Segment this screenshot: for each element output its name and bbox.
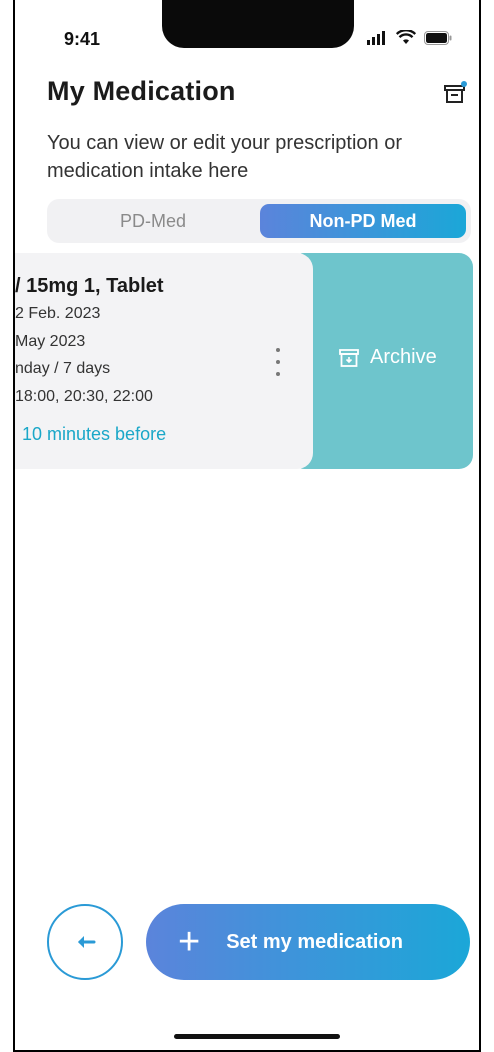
device-frame-right <box>479 0 481 1052</box>
device-notch <box>162 0 354 48</box>
home-indicator[interactable] <box>174 1034 340 1039</box>
page-title: My Medication <box>47 76 236 106</box>
set-medication-label: Set my medication <box>226 930 403 953</box>
status-icons <box>366 30 452 45</box>
wifi-icon <box>396 30 416 44</box>
page-description: You can view or edit your prescription o… <box>47 132 402 182</box>
status-time: 9:41 <box>64 29 101 49</box>
set-medication-button[interactable]: + Set my medication <box>146 904 470 980</box>
medication-reminder: 10 minutes before <box>22 424 167 444</box>
more-vertical-icon <box>276 348 280 352</box>
battery-icon <box>424 30 452 45</box>
archive-icon <box>339 348 359 367</box>
archive-list-button[interactable] <box>442 80 468 106</box>
tab-pd-med[interactable]: PD-Med <box>47 199 259 243</box>
medication-type-tabs: PD-Med Non-PD Med <box>47 199 471 243</box>
more-options-button[interactable] <box>270 348 286 376</box>
more-dot <box>276 372 280 376</box>
signal-icon <box>367 30 385 45</box>
back-button[interactable] <box>47 904 123 980</box>
medication-title: / 15mg 1, Tablet <box>15 275 164 297</box>
phone-screen: 9:41 My Medication You can view or edit <box>0 0 494 1052</box>
device-frame-left <box>13 0 15 1052</box>
medication-end-date: May 2023 <box>15 333 86 350</box>
medication-frequency: nday / 7 days <box>15 360 111 377</box>
tab-non-pd-med[interactable]: Non-PD Med <box>260 204 466 238</box>
archive-icon <box>444 81 467 103</box>
medication-start-date: 2 Feb. 2023 <box>15 305 101 322</box>
plus-icon: + <box>178 921 201 963</box>
medication-times: 18:00, 20:30, 22:00 <box>15 388 153 405</box>
more-dot <box>276 360 280 364</box>
archive-action-button[interactable]: Archive <box>338 346 437 369</box>
arrow-left-icon <box>78 936 96 948</box>
archive-label: Archive <box>370 346 437 368</box>
